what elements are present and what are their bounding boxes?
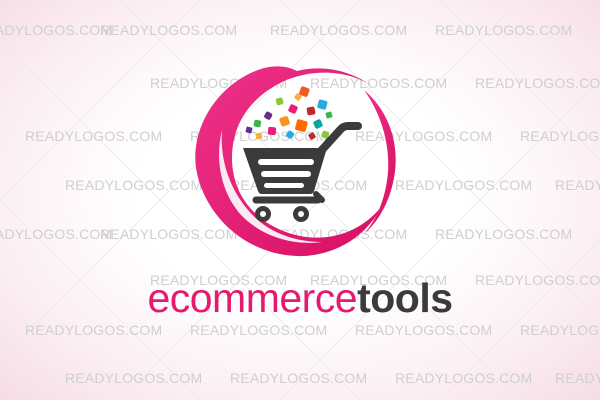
logo-mark xyxy=(195,66,396,257)
brand-name-tools: tools xyxy=(357,275,453,321)
logo-preview-canvas: READYLOGOS.COMREADYLOGOS.COMREADYLOGOS.C… xyxy=(0,0,600,400)
brand-name: ecommercetools xyxy=(0,274,600,322)
shopping-cart-icon xyxy=(243,122,362,222)
brand-name-ecommerce: ecommerce xyxy=(147,275,358,321)
